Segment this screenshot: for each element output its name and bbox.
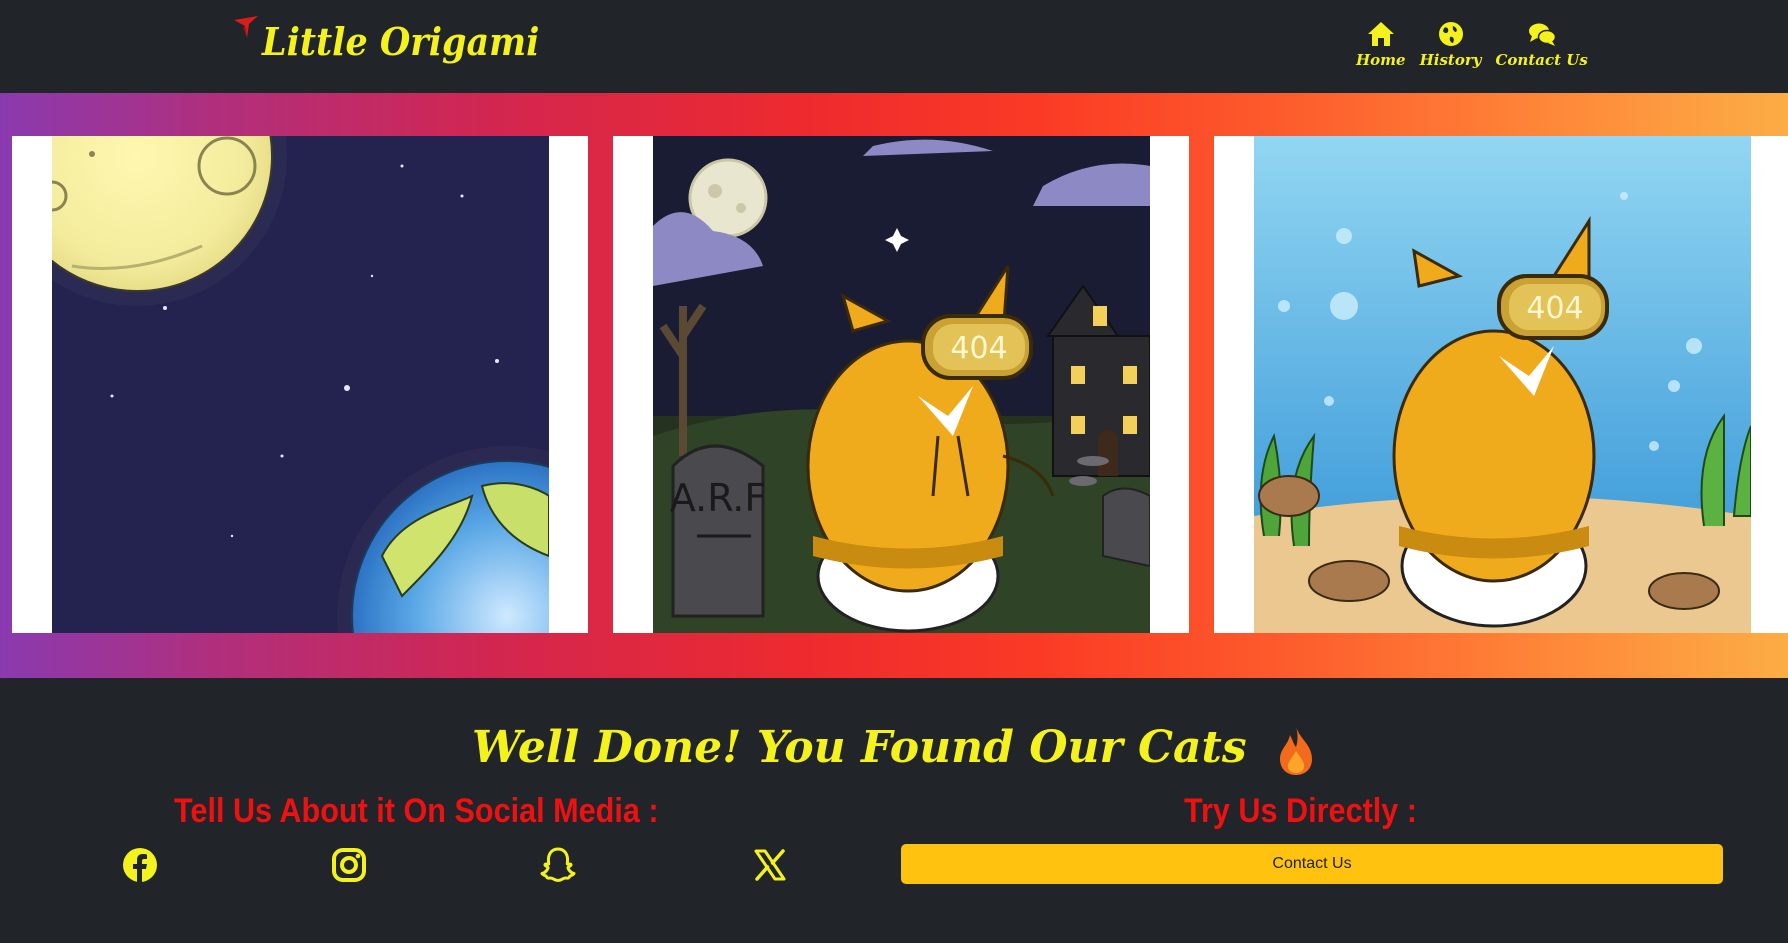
fire-icon [1279, 726, 1312, 775]
visor-text: 404 [950, 331, 1007, 366]
brand[interactable]: Little Origami [232, 14, 564, 70]
visor-text: 404 [1526, 291, 1583, 326]
snapchat-icon [540, 847, 576, 882]
chat-bubbles-icon [1528, 23, 1556, 46]
nav-contact[interactable]: Contact Us [1495, 20, 1588, 69]
tombstone-text: A.R.F [670, 476, 766, 520]
instagram-link[interactable] [329, 845, 369, 885]
social-heading: Tell Us About it On Social Media : [174, 792, 659, 830]
space-scene-image [52, 136, 549, 633]
nav-history[interactable]: History [1419, 20, 1482, 69]
nav-home[interactable]: Home [1356, 20, 1406, 69]
underwater-cat-image: 404 [1254, 136, 1751, 633]
nav-history-label: History [1419, 51, 1482, 69]
contact-us-button[interactable]: Contact Us [901, 844, 1723, 884]
carousel-slide-space[interactable] [12, 136, 588, 633]
x-link[interactable] [750, 845, 790, 885]
headline-text: Well Done! You Found Our Cats [472, 722, 1247, 773]
carousel-slide-underwater[interactable]: 404 [1214, 136, 1788, 633]
main-headline: Well Done! You Found Our Cats [0, 718, 1788, 778]
direct-heading: Try Us Directly : [1184, 792, 1418, 830]
snapchat-link[interactable] [538, 845, 578, 885]
instagram-icon [332, 848, 366, 882]
origami-crane-icon [234, 16, 258, 38]
site-header: Little Origami Home History Contact Us [0, 0, 1788, 93]
graveyard-cat-image: A.R.F 404 [653, 136, 1150, 633]
image-carousel: A.R.F 404 404 [0, 93, 1788, 678]
home-icon [1367, 22, 1394, 46]
carousel-slide-graveyard[interactable]: A.R.F 404 [613, 136, 1189, 633]
facebook-icon [123, 848, 157, 882]
site-title: Little Origami [262, 19, 540, 64]
main-nav: Home History Contact Us [1356, 20, 1588, 69]
globe-icon [1438, 22, 1463, 46]
nav-contact-label: Contact Us [1495, 51, 1588, 69]
x-icon [754, 849, 786, 881]
facebook-link[interactable] [120, 845, 160, 885]
nav-home-label: Home [1356, 51, 1406, 69]
